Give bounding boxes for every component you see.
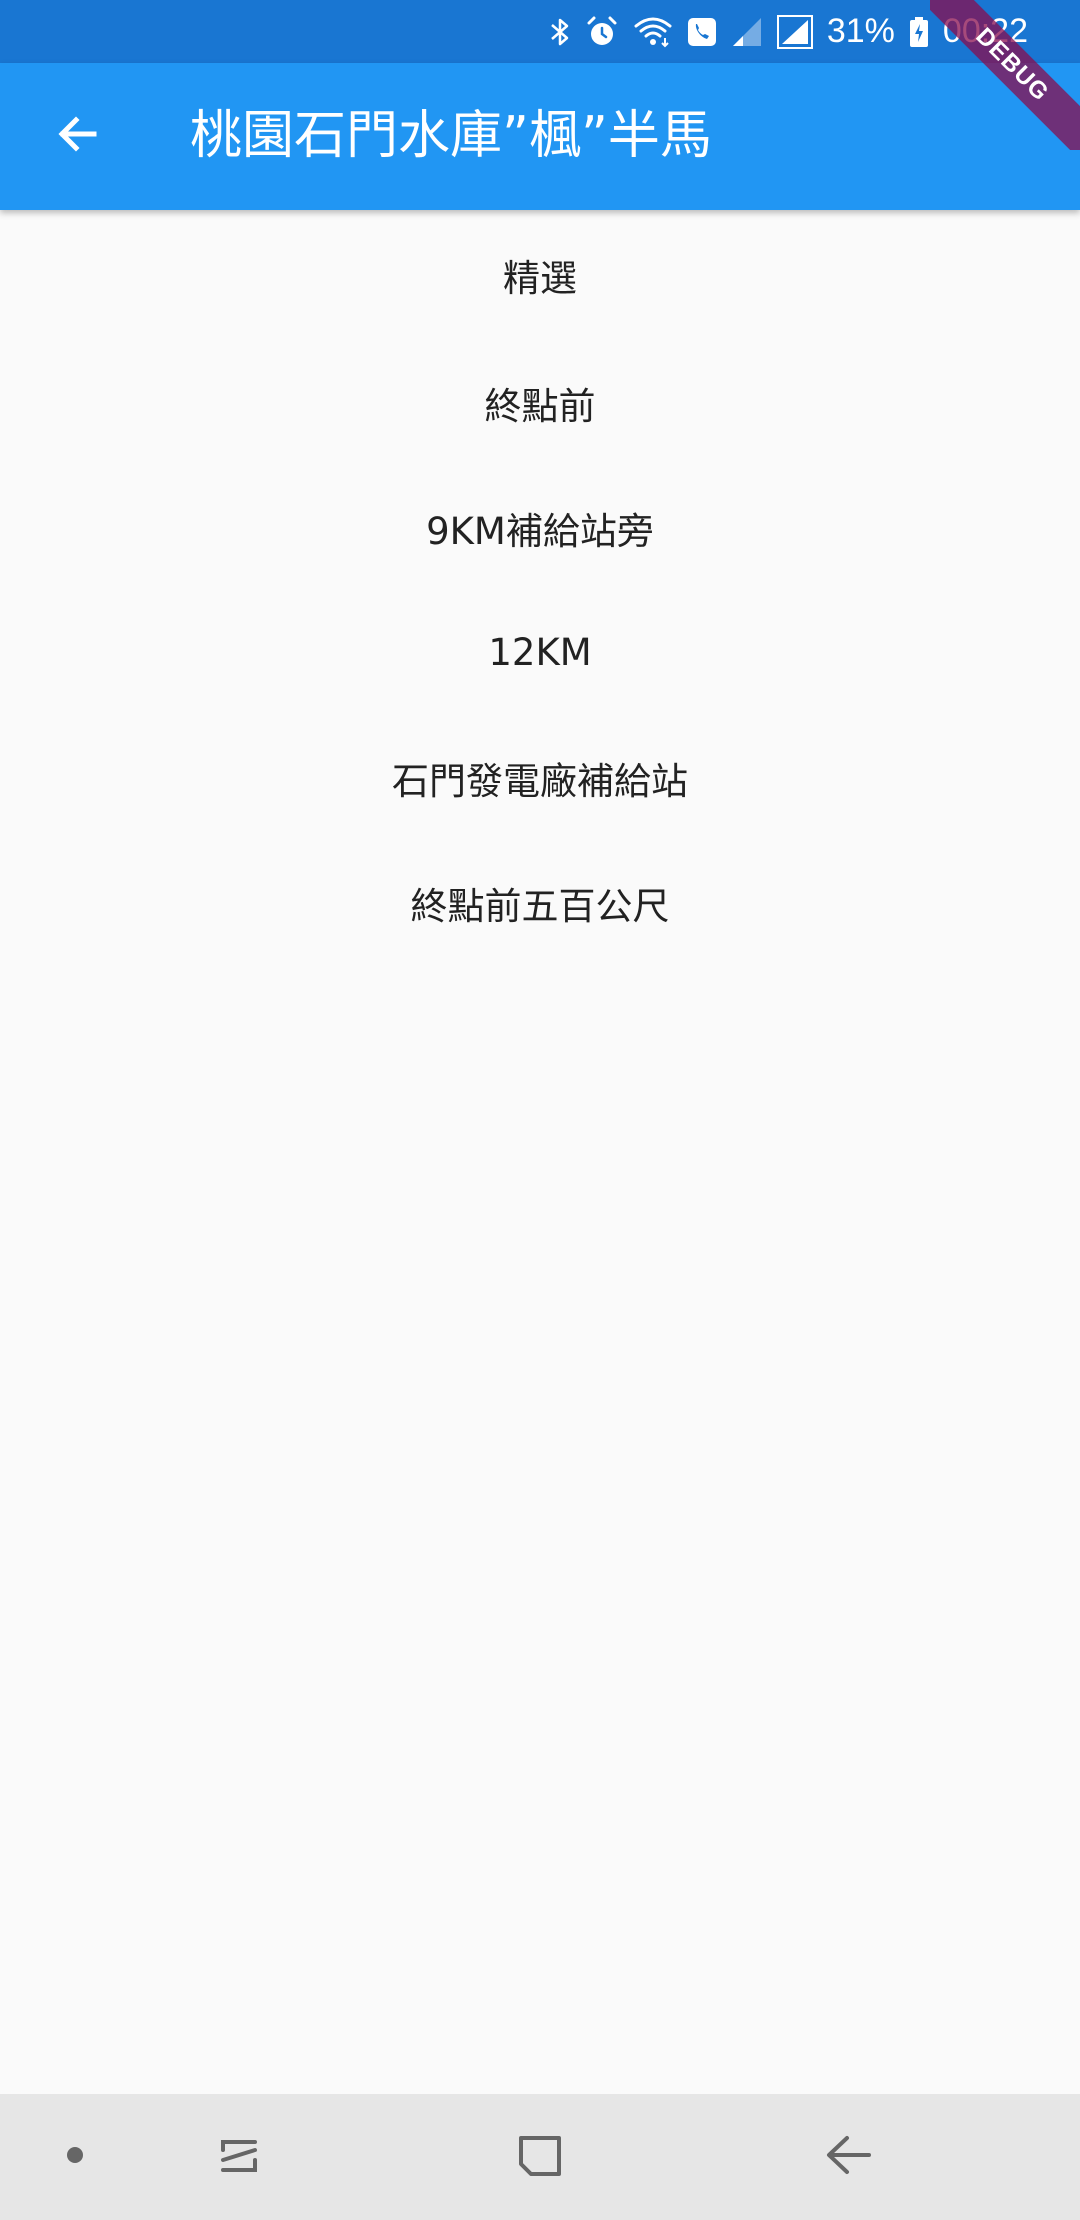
back-button[interactable] [26, 84, 130, 188]
list-item-label: 石門發電廠補給站 [392, 759, 688, 803]
status-bar: 31% 00:22 [0, 0, 1080, 63]
battery-charging-icon [909, 16, 929, 48]
home-button[interactable] [490, 2094, 590, 2220]
screen: 31% 00:22 桃園石門水庫”楓”半馬 DEBUG 精選 終點前 9KM補給… [0, 0, 1080, 2220]
home-icon [515, 2130, 565, 2184]
list-item[interactable]: 精選 [0, 210, 1080, 340]
list-item-label: 終點前五百公尺 [410, 884, 670, 928]
clock: 00:22 [942, 12, 1028, 50]
back-icon [823, 2130, 873, 2184]
dot-icon [66, 2146, 84, 2168]
alarm-icon [585, 15, 619, 49]
status-icons: 31% 00:22 [549, 0, 1028, 63]
app-bar: 桃園石門水庫”楓”半馬 [0, 63, 1080, 210]
recent-apps-button[interactable] [190, 2094, 290, 2220]
list-item[interactable]: 12KM [0, 590, 1080, 715]
arrow-back-icon [54, 110, 102, 162]
wifi-icon [633, 16, 673, 48]
list-item-label: 9KM補給站旁 [426, 509, 654, 553]
location-list: 精選 終點前 9KM補給站旁 12KM 石門發電廠補給站 終點前五百公尺 [0, 210, 1080, 965]
list-item[interactable]: 終點前 [0, 340, 1080, 465]
signal-strong-icon [776, 14, 813, 49]
list-item[interactable]: 9KM補給站旁 [0, 465, 1080, 590]
list-item[interactable]: 石門發電廠補給站 [0, 715, 1080, 840]
dot-button[interactable] [40, 2094, 110, 2220]
list-item-label: 精選 [503, 257, 577, 300]
list-item-label: 終點前 [484, 384, 596, 428]
recent-apps-icon [215, 2130, 265, 2184]
battery-percent: 31% [826, 12, 895, 50]
list-item-label: 12KM [488, 631, 592, 674]
navigation-bar [0, 2094, 1080, 2220]
system-back-button[interactable] [798, 2094, 898, 2220]
page-title: 桃園石門水庫”楓”半馬 [190, 106, 712, 166]
wifi-call-icon [687, 17, 717, 47]
bluetooth-icon [549, 16, 571, 48]
signal-weak-icon [731, 16, 763, 48]
list-item[interactable]: 終點前五百公尺 [0, 840, 1080, 965]
